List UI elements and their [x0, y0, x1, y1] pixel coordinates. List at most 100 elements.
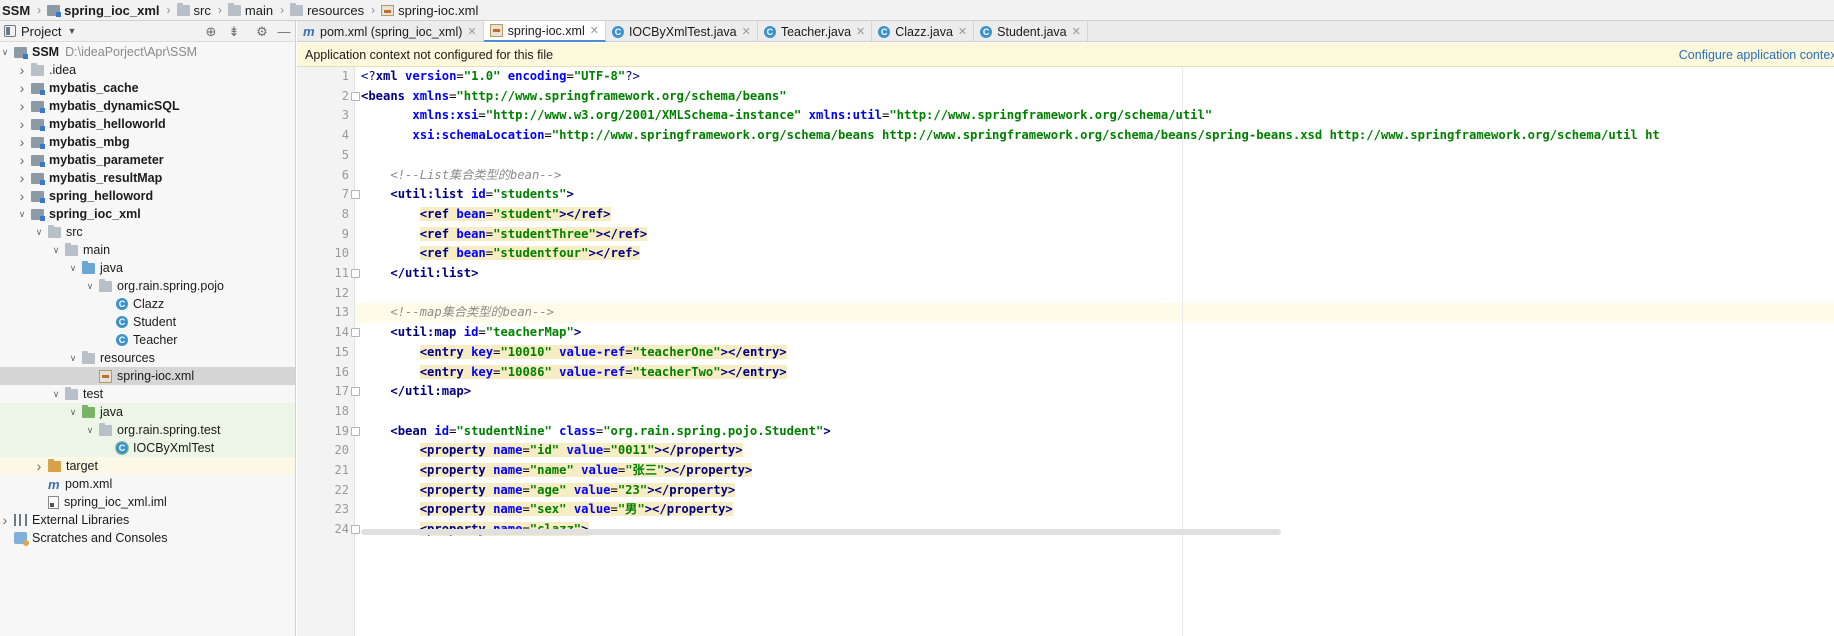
breadcrumb-item[interactable]: resources	[288, 2, 367, 18]
chevron-right-icon[interactable]: ›	[17, 98, 27, 114]
tree-item[interactable]: spring-ioc.xml	[0, 367, 295, 385]
project-panel-title[interactable]: Project	[21, 24, 61, 39]
tree-item[interactable]: ∨ java	[0, 403, 295, 421]
tree-item[interactable]: ∨ SSM D:\ideaPorject\Apr\SSM	[0, 43, 295, 61]
chevron-right-icon[interactable]: ›	[17, 116, 27, 132]
code-line[interactable]: <entry key="10086" value-ref="teacherTwo…	[361, 363, 787, 383]
chevron-down-icon[interactable]: ∨	[85, 281, 95, 292]
chevron-right-icon[interactable]: ›	[0, 512, 10, 528]
code-line[interactable]: <property name="id" value="0011"></prope…	[361, 441, 743, 461]
tree-item[interactable]: ∨ resources	[0, 349, 295, 367]
code-line[interactable]: <util:list id="students">	[361, 185, 573, 205]
tree-item[interactable]: ∨ src	[0, 223, 295, 241]
code-editor[interactable]: 1 2 3 4 5 6 7 8 9 10 11 12 13 14 15 16 17 18 19 20 21 22 23 24 …	[297, 67, 1834, 636]
close-icon[interactable]: ✕	[590, 24, 599, 37]
hide-panel-icon[interactable]: —	[276, 24, 292, 40]
chevron-right-icon[interactable]: ›	[17, 170, 27, 186]
code-line[interactable]: <property name="sex" value="男"></propert…	[361, 500, 733, 520]
code-line[interactable]: <property name="age" value="23"></proper…	[361, 481, 736, 501]
tree-item[interactable]: ∨ org.rain.spring.pojo	[0, 277, 295, 295]
tree-item[interactable]: C Clazz	[0, 295, 295, 313]
close-icon[interactable]: ✕	[742, 25, 751, 38]
code-line[interactable]: <ref bean="studentThree"></ref>	[361, 225, 648, 245]
tree-item[interactable]: › target	[0, 457, 295, 475]
close-icon[interactable]: ✕	[1072, 25, 1081, 38]
fold-marker-icon[interactable]	[351, 269, 360, 278]
breadcrumb-item[interactable]: src	[175, 2, 214, 18]
tree-item[interactable]: C Teacher	[0, 331, 295, 349]
fold-marker-icon[interactable]	[351, 525, 360, 535]
breadcrumb-item[interactable]: spring-ioc.xml	[379, 3, 481, 18]
editor-tab[interactable]: C Student.java ✕	[974, 21, 1088, 42]
code-line[interactable]: xsi:schemaLocation="http://www.springfra…	[361, 126, 1659, 146]
tree-item[interactable]: Scratches and Consoles	[0, 529, 295, 547]
tree-item[interactable]: › .idea	[0, 61, 295, 79]
breadcrumb-item[interactable]: SSM	[0, 3, 33, 18]
chevron-right-icon[interactable]: ›	[17, 152, 27, 168]
editor-tab[interactable]: C Clazz.java ✕	[872, 21, 975, 42]
fold-marker-icon[interactable]	[351, 328, 360, 338]
editor-tab[interactable]: spring-ioc.xml ✕	[483, 21, 606, 42]
code-line[interactable]: <ref bean="studentfour"></ref>	[361, 244, 640, 264]
fold-marker-icon[interactable]	[351, 387, 360, 397]
code-line[interactable]: <!--List集合类型的bean-->	[361, 166, 561, 186]
chevron-right-icon[interactable]: ›	[17, 62, 27, 78]
chevron-right-icon[interactable]: ›	[17, 188, 27, 204]
chevron-down-icon[interactable]: ∨	[68, 353, 78, 364]
chevron-down-icon[interactable]: ∨	[68, 407, 78, 418]
tree-item[interactable]: › mybatis_parameter	[0, 151, 295, 169]
collapse-all-icon[interactable]: ⇟	[226, 24, 242, 40]
tree-item[interactable]: spring_ioc_xml.iml	[0, 493, 295, 511]
tree-item[interactable]: C IOCByXmlTest	[0, 439, 295, 457]
code-line[interactable]: </util:map>	[361, 382, 471, 402]
chevron-down-icon[interactable]: ∨	[0, 47, 10, 58]
editor-tab[interactable]: m pom.xml (spring_ioc_xml) ✕	[297, 21, 484, 42]
chevron-right-icon[interactable]: ›	[34, 458, 44, 474]
tree-item[interactable]: ∨ org.rain.spring.test	[0, 421, 295, 439]
editor-tab[interactable]: C IOCByXmlTest.java ✕	[606, 21, 758, 42]
tree-item[interactable]: ∨ java	[0, 259, 295, 277]
editor-tab[interactable]: C Teacher.java ✕	[758, 21, 873, 42]
close-icon[interactable]: ✕	[467, 25, 476, 38]
configure-context-link[interactable]: Configure application context	[1679, 48, 1834, 62]
tree-item[interactable]: ∨ spring_ioc_xml	[0, 205, 295, 223]
tree-item[interactable]: m pom.xml	[0, 475, 295, 493]
breadcrumb-item[interactable]: main	[226, 2, 276, 18]
chevron-down-icon[interactable]: ∨	[17, 209, 27, 220]
code-line[interactable]: <?xml version="1.0" encoding="UTF-8"?>	[361, 67, 640, 87]
gear-icon[interactable]: ⚙	[254, 24, 270, 40]
chevron-right-icon[interactable]: ›	[17, 80, 27, 96]
code-line[interactable]: <!--map集合类型的bean-->	[361, 303, 554, 323]
code-line[interactable]: <ref bean="student"></ref>	[361, 205, 611, 225]
breadcrumb-item[interactable]: spring_ioc_xml	[45, 3, 162, 18]
tree-item[interactable]: › mybatis_resultMap	[0, 169, 295, 187]
tree-item[interactable]: › mybatis_helloworld	[0, 115, 295, 133]
chevron-down-icon[interactable]: ∨	[68, 263, 78, 274]
close-icon[interactable]: ✕	[856, 25, 865, 38]
code-line[interactable]: </util:list>	[361, 264, 478, 284]
code-line[interactable]: <beans xmlns="http://www.springframework…	[361, 87, 787, 107]
horizontal-scrollbar[interactable]	[361, 529, 1281, 535]
code-line[interactable]: <bean id="studentNine" class="org.rain.s…	[361, 422, 830, 442]
tree-item[interactable]: ∨ main	[0, 241, 295, 259]
fold-marker-icon[interactable]	[351, 426, 360, 436]
tree-item[interactable]: › spring_helloword	[0, 187, 295, 205]
tree-item[interactable]: › mybatis_cache	[0, 79, 295, 97]
fold-marker-icon[interactable]	[351, 190, 360, 200]
code-line[interactable]: xmlns:xsi="http://www.w3.org/2001/XMLSch…	[361, 106, 1212, 126]
line-number-gutter[interactable]: 1 2 3 4 5 6 7 8 9 10 11 12 13 14 15 16 17 18 19 20 21 22 23 24	[297, 67, 360, 636]
tree-item[interactable]: › External Libraries	[0, 511, 295, 529]
chevron-down-icon[interactable]: ∨	[51, 245, 61, 256]
tree-item[interactable]: C Student	[0, 313, 295, 331]
code-line[interactable]: <entry key="10010" value-ref="teacherOne…	[361, 343, 787, 363]
code-line[interactable]: <property name="name" value="张三"></prope…	[361, 461, 753, 481]
chevron-right-icon[interactable]: ›	[17, 134, 27, 150]
code-line[interactable]: <util:map id="teacherMap">	[361, 323, 581, 343]
tree-item[interactable]: › mybatis_mbg	[0, 133, 295, 151]
close-icon[interactable]: ✕	[958, 25, 967, 38]
tree-item[interactable]: ∨ test	[0, 385, 295, 403]
chevron-down-icon[interactable]: ∨	[51, 389, 61, 400]
chevron-down-icon[interactable]: ∨	[85, 425, 95, 436]
fold-marker-icon[interactable]	[351, 91, 360, 101]
tree-item[interactable]: › mybatis_dynamicSQL	[0, 97, 295, 115]
